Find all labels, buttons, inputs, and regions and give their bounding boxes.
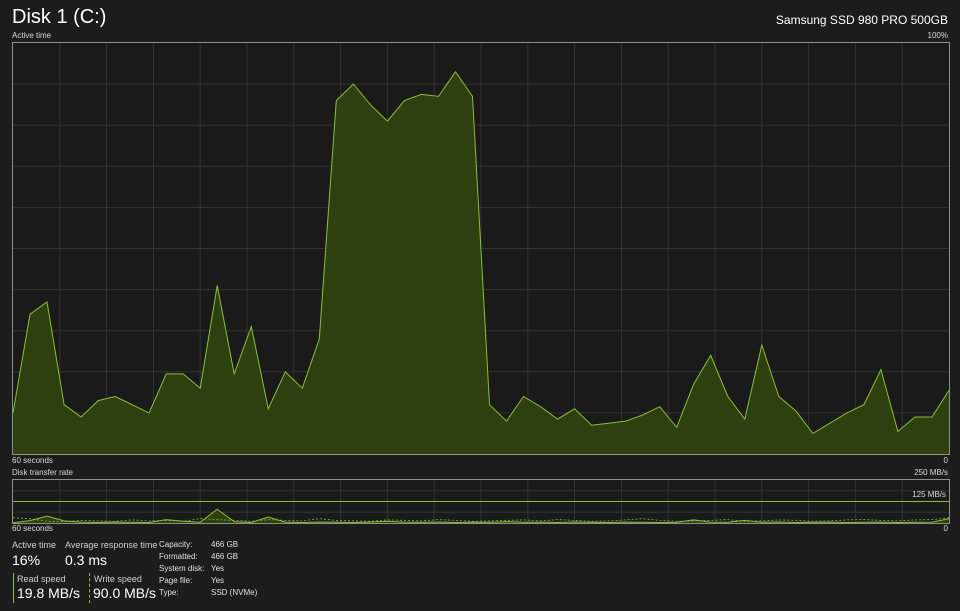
disk-model: Samsung SSD 980 PRO 500GB [775,13,948,27]
transfer-rate-max-label: 250 MB/s [914,468,948,477]
active-time-x-end-label: 0 [943,456,948,465]
transfer-rate-x-start-label: 60 seconds [12,524,53,533]
transfer-rate-mid-label: 125 MB/s [912,490,946,499]
page-file-label: Page file: [159,576,193,585]
active-time-label: Active time [12,540,57,550]
system-disk-label: System disk: [159,564,205,573]
write-speed-label: Write speed [94,574,142,584]
write-speed-value: 90.0 MB/s [93,585,157,601]
active-time-chart-label: Active time [12,31,52,40]
page-file-value: Yes [211,576,225,585]
type-value: SSD (NVMe) [211,588,258,597]
read-speed-label: Read speed [17,574,66,584]
active-time-x-start-label: 60 seconds [12,456,53,465]
active-time-graph [13,43,949,454]
system-disk-value: Yes [211,564,225,573]
transfer-rate-x-end-label: 0 [943,524,948,533]
response-time-value: 0.3 ms [65,552,108,568]
capacity-label: Capacity: [159,540,193,549]
read-speed-value: 19.8 MB/s [17,585,81,601]
read-speed-indicator [13,573,14,603]
response-time-label: Average response time [65,540,158,550]
transfer-rate-graph [13,480,949,523]
active-time-value: 16% [12,552,41,568]
transfer-rate-chart-label: Disk transfer rate [12,468,73,477]
formatted-label: Formatted: [159,552,198,561]
active-time-chart[interactable] [12,42,950,455]
disk-title: Disk 1 (C:) [12,6,107,28]
transfer-rate-chart[interactable] [12,479,950,524]
type-label: Type: [159,588,179,597]
write-speed-indicator [89,573,91,603]
capacity-value: 466 GB [211,540,239,549]
active-time-max-label: 100% [927,31,948,40]
formatted-value: 466 GB [211,552,239,561]
